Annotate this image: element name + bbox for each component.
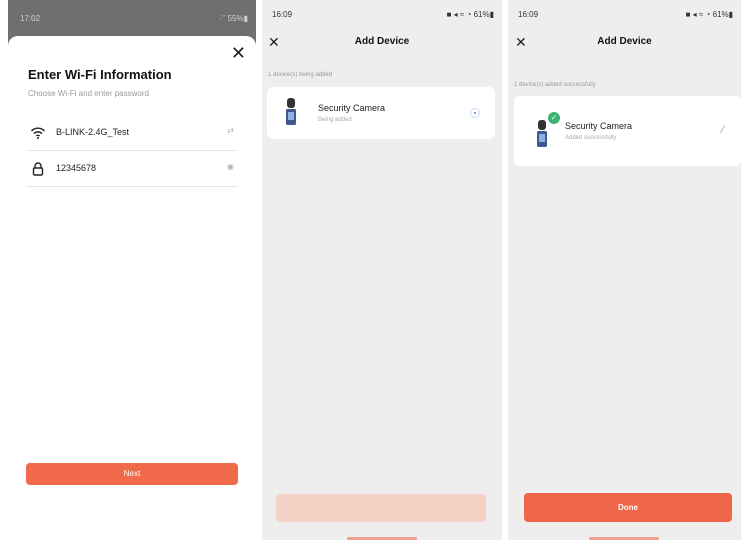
status-icons: ■ ◂ ≈ ◔ 61%▮ bbox=[446, 10, 494, 19]
status-icons: ■ ◂ ≈ ◔ 61%▮ bbox=[685, 10, 733, 19]
device-name: Security Camera bbox=[318, 103, 386, 113]
camera-icon bbox=[286, 98, 296, 125]
status-bar: 16:09 ■ ◂ ≈ ◔ 61%▮ bbox=[508, 0, 741, 28]
status-bar: 16:09 ■ ◂ ≈ ◔ 61%▮ bbox=[262, 0, 502, 28]
progress-indicator-icon bbox=[470, 108, 480, 118]
device-name: Security Camera bbox=[565, 121, 633, 131]
status-time: 17:02 bbox=[20, 14, 41, 23]
device-card: Security Camera Being added bbox=[267, 87, 495, 139]
eye-icon[interactable]: ◉ bbox=[227, 162, 234, 171]
switch-network-icon[interactable]: ⇄ bbox=[227, 126, 234, 135]
status-bar: 17:02 ·‵‵ 55%▮ bbox=[8, 0, 256, 30]
added-screen: 16:09 ■ ◂ ≈ ◔ 61%▮ ✕ Add Device 1 device… bbox=[508, 0, 741, 540]
wifi-sheet: ✕ Enter Wi-Fi Information Choose Wi-Fi a… bbox=[8, 36, 256, 540]
password-field[interactable]: 12345678 ◉ bbox=[26, 152, 238, 187]
close-icon[interactable]: ✕ bbox=[231, 44, 246, 62]
device-status: Being added bbox=[318, 117, 352, 123]
page-title: Add Device bbox=[354, 36, 410, 47]
device-status: Added successfully bbox=[565, 135, 617, 141]
success-check-icon: ✓ bbox=[548, 112, 560, 124]
wifi-name-value: B-LINK-2.4G_Test bbox=[56, 127, 130, 137]
wifi-name-field[interactable]: B-LINK-2.4G_Test ⇄ bbox=[26, 116, 238, 151]
wifi-screen: 17:02 ·‵‵ 55%▮ ✕ Enter Wi-Fi Information… bbox=[8, 0, 256, 540]
lock-icon bbox=[32, 162, 44, 176]
password-value: 12345678 bbox=[56, 163, 97, 173]
status-time: 16:09 bbox=[272, 10, 293, 19]
page-title: Enter Wi-Fi Information bbox=[28, 67, 172, 82]
section-label: 1 device(s) added successfully bbox=[514, 82, 596, 88]
page-title: Add Device bbox=[597, 36, 652, 47]
section-label: 1 device(s) being added bbox=[268, 72, 333, 78]
adding-screen: 16:09 ■ ◂ ≈ ◔ 61%▮ ✕ Add Device 1 device… bbox=[262, 0, 502, 540]
page-subtitle: Choose Wi-Fi and enter password bbox=[28, 89, 149, 98]
status-time: 16:09 bbox=[518, 10, 539, 19]
done-button[interactable]: Done bbox=[524, 493, 732, 522]
device-card: ✓ Security Camera Added successfully ∕ bbox=[514, 96, 741, 166]
done-button-disabled bbox=[276, 494, 486, 522]
camera-icon bbox=[537, 120, 547, 147]
next-button[interactable]: Next bbox=[26, 463, 238, 485]
edit-icon[interactable]: ∕ bbox=[722, 124, 724, 136]
status-icons: ·‵‵ 55%▮ bbox=[219, 14, 248, 23]
wifi-icon bbox=[30, 127, 46, 139]
